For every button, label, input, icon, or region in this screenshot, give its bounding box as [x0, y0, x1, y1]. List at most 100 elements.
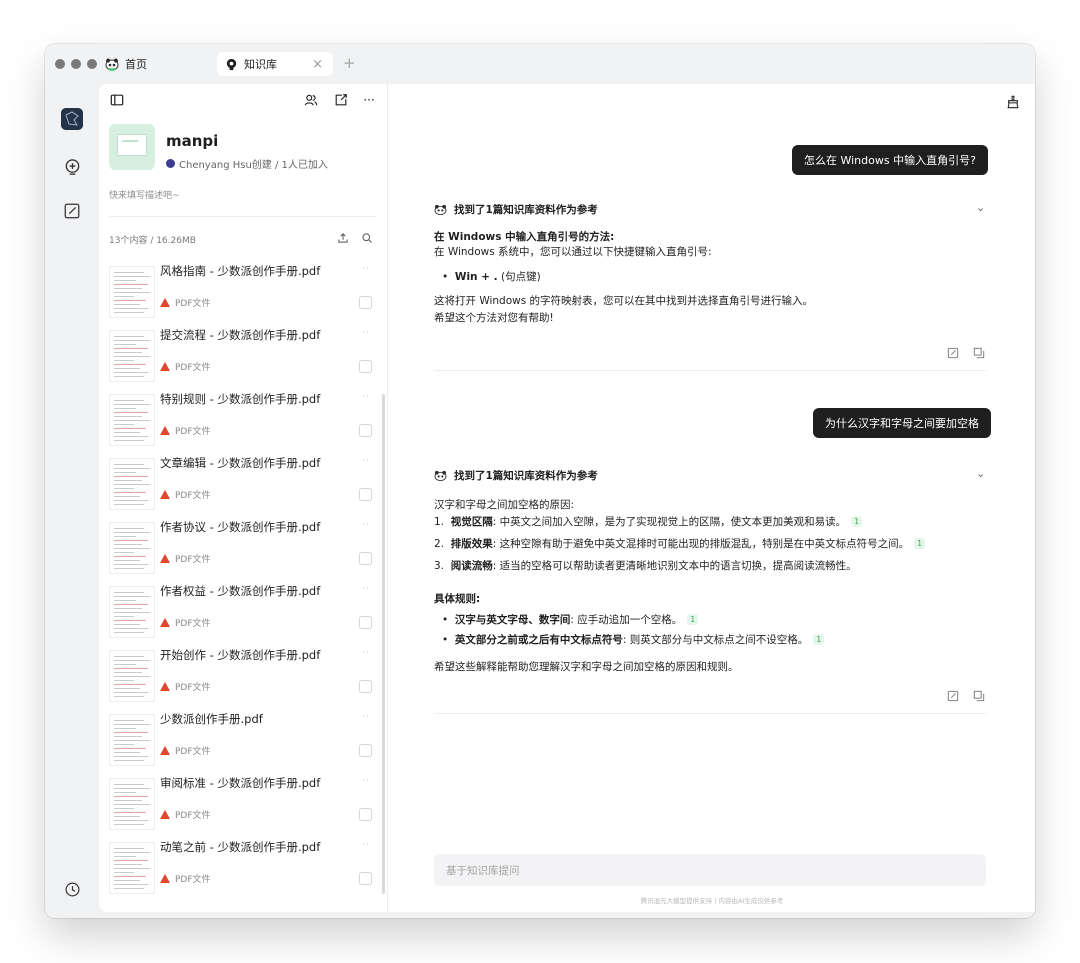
more-icon[interactable]: ··: [362, 776, 370, 786]
document-type-label: PDF文件: [175, 427, 211, 437]
answer-title: 在 Windows 中输入直角引号的方法:: [434, 231, 615, 243]
citation-badge[interactable]: 1: [914, 538, 926, 549]
document-item[interactable]: 动笔之前 - 少数派创作手册.pdf PDF文件 ··: [109, 836, 375, 900]
scrollbar[interactable]: [382, 394, 385, 894]
answer-line: 在 Windows 系统中，您可以通过以下快捷键输入直角引号:: [434, 246, 712, 258]
question-input[interactable]: 基于知识库提问: [434, 854, 986, 886]
answer-actions: [946, 689, 986, 703]
new-note-button[interactable]: [61, 200, 83, 222]
knowledge-base-panel: ··· manpi Chenyang Hsu创建 / 1人已加入 快来填写描述吧…: [99, 84, 387, 912]
zoom-window-button[interactable]: [87, 59, 97, 69]
document-item[interactable]: 作者协议 - 少数派创作手册.pdf PDF文件 ··: [109, 516, 375, 580]
document-name: 作者协议 - 少数派创作手册.pdf: [160, 520, 321, 534]
user-question-bubble: 怎么在 Windows 中输入直角引号?: [792, 145, 988, 175]
upload-button[interactable]: [335, 230, 351, 246]
document-name: 风格指南 - 少数派创作手册.pdf: [160, 264, 321, 278]
bulb-icon: [226, 58, 237, 70]
close-window-button[interactable]: [55, 59, 65, 69]
more-icon[interactable]: ··: [362, 456, 370, 466]
document-thumbnail: [109, 714, 155, 766]
more-icon[interactable]: ··: [362, 264, 370, 274]
toggle-sidebar-button[interactable]: [109, 92, 125, 108]
copy-button[interactable]: [972, 689, 986, 703]
more-icon[interactable]: ··: [362, 840, 370, 850]
document-type-label: PDF文件: [175, 683, 211, 693]
tab-knowledge-base-label: 知识库: [244, 58, 277, 71]
document-item[interactable]: 开始创作 - 少数派创作手册.pdf PDF文件 ··: [109, 644, 375, 708]
document-type-label: PDF文件: [175, 747, 211, 757]
document-checkbox[interactable]: [359, 616, 372, 629]
more-icon[interactable]: ··: [362, 584, 370, 594]
document-type: PDF文件: [160, 616, 211, 629]
pdf-icon: [160, 426, 170, 435]
clean-button[interactable]: [1006, 94, 1022, 110]
document-checkbox[interactable]: [359, 680, 372, 693]
new-tab-button[interactable]: +: [343, 54, 356, 72]
document-checkbox[interactable]: [359, 488, 372, 501]
more-icon[interactable]: ··: [362, 520, 370, 530]
divider: [109, 216, 377, 217]
more-icon[interactable]: ··: [362, 392, 370, 402]
more-icon[interactable]: ··: [362, 648, 370, 658]
close-tab-icon[interactable]: ×: [312, 57, 323, 72]
kb-description[interactable]: 快来填写描述吧~: [109, 188, 180, 201]
document-checkbox[interactable]: [359, 872, 372, 885]
more-icon[interactable]: ··: [362, 712, 370, 722]
document-checkbox[interactable]: [359, 424, 372, 437]
document-thumbnail: [109, 394, 155, 446]
document-checkbox[interactable]: [359, 360, 372, 373]
document-type-label: PDF文件: [175, 875, 211, 885]
members-button[interactable]: [303, 92, 319, 108]
document-item[interactable]: 文章编辑 - 少数派创作手册.pdf PDF文件 ··: [109, 452, 375, 516]
user-avatar[interactable]: [61, 108, 83, 130]
document-checkbox[interactable]: [359, 808, 372, 821]
citation-badge[interactable]: 1: [851, 516, 863, 527]
user-question-bubble: 为什么汉字和字母之间要加空格: [813, 408, 991, 438]
document-checkbox[interactable]: [359, 552, 372, 565]
document-item[interactable]: 特别规则 - 少数派创作手册.pdf PDF文件 ··: [109, 388, 375, 452]
title-bar: 首页 知识库 × +: [45, 44, 1035, 84]
assistant-button[interactable]: [61, 156, 83, 178]
citation-badge[interactable]: 1: [813, 634, 825, 645]
document-checkbox[interactable]: [359, 296, 372, 309]
reference-header[interactable]: 找到了1篇知识库资料作为参考: [434, 202, 598, 217]
reason-number: 2.: [434, 538, 445, 550]
tab-knowledge-base[interactable]: 知识库 ×: [217, 52, 333, 76]
document-type: PDF文件: [160, 744, 211, 757]
document-thumbnail: [109, 266, 155, 318]
avatar-icon: [61, 108, 83, 130]
document-item[interactable]: 风格指南 - 少数派创作手册.pdf PDF文件 ··: [109, 260, 375, 324]
reason-label: 视觉区隔: [450, 516, 493, 528]
edit-button[interactable]: [946, 346, 960, 360]
history-button[interactable]: [61, 878, 83, 900]
document-type: PDF文件: [160, 424, 211, 437]
minimize-window-button[interactable]: [71, 59, 81, 69]
reason-item: 2. 排版效果: 这种空隙有助于避免中英文混排时可能出现的排版混乱，特别是在中英…: [434, 537, 926, 551]
chevron-down-icon[interactable]: ⌄: [976, 467, 985, 480]
search-button[interactable]: [359, 230, 375, 246]
more-options-icon[interactable]: ···: [361, 92, 377, 108]
rule-text: : 应手动追加一个空格。: [570, 614, 683, 626]
document-item[interactable]: 审阅标准 - 少数派创作手册.pdf PDF文件 ··: [109, 772, 375, 836]
copy-button[interactable]: [972, 346, 986, 360]
members-icon: [304, 94, 318, 106]
edit-button[interactable]: [946, 689, 960, 703]
answer-line: 希望这个方法对您有帮助!: [434, 312, 554, 324]
document-name: 提交流程 - 少数派创作手册.pdf: [160, 328, 321, 342]
document-thumbnail: [109, 586, 155, 638]
reference-header[interactable]: 找到了1篇知识库资料作为参考: [434, 468, 598, 483]
document-item[interactable]: 提交流程 - 少数派创作手册.pdf PDF文件 ··: [109, 324, 375, 388]
more-icon[interactable]: ··: [362, 328, 370, 338]
tab-home[interactable]: 首页: [105, 52, 205, 76]
document-checkbox[interactable]: [359, 744, 372, 757]
divider: [434, 713, 986, 714]
share-button[interactable]: [333, 92, 349, 108]
document-item[interactable]: 作者权益 - 少数派创作手册.pdf PDF文件 ··: [109, 580, 375, 644]
chevron-down-icon[interactable]: ⌄: [976, 201, 985, 214]
document-item[interactable]: 少数派创作手册.pdf PDF文件 ··: [109, 708, 375, 772]
document-type-label: PDF文件: [175, 555, 211, 565]
citation-badge[interactable]: 1: [687, 614, 699, 625]
document-name: 作者权益 - 少数派创作手册.pdf: [160, 584, 321, 598]
pdf-icon: [160, 554, 170, 563]
document-type: PDF文件: [160, 488, 211, 501]
